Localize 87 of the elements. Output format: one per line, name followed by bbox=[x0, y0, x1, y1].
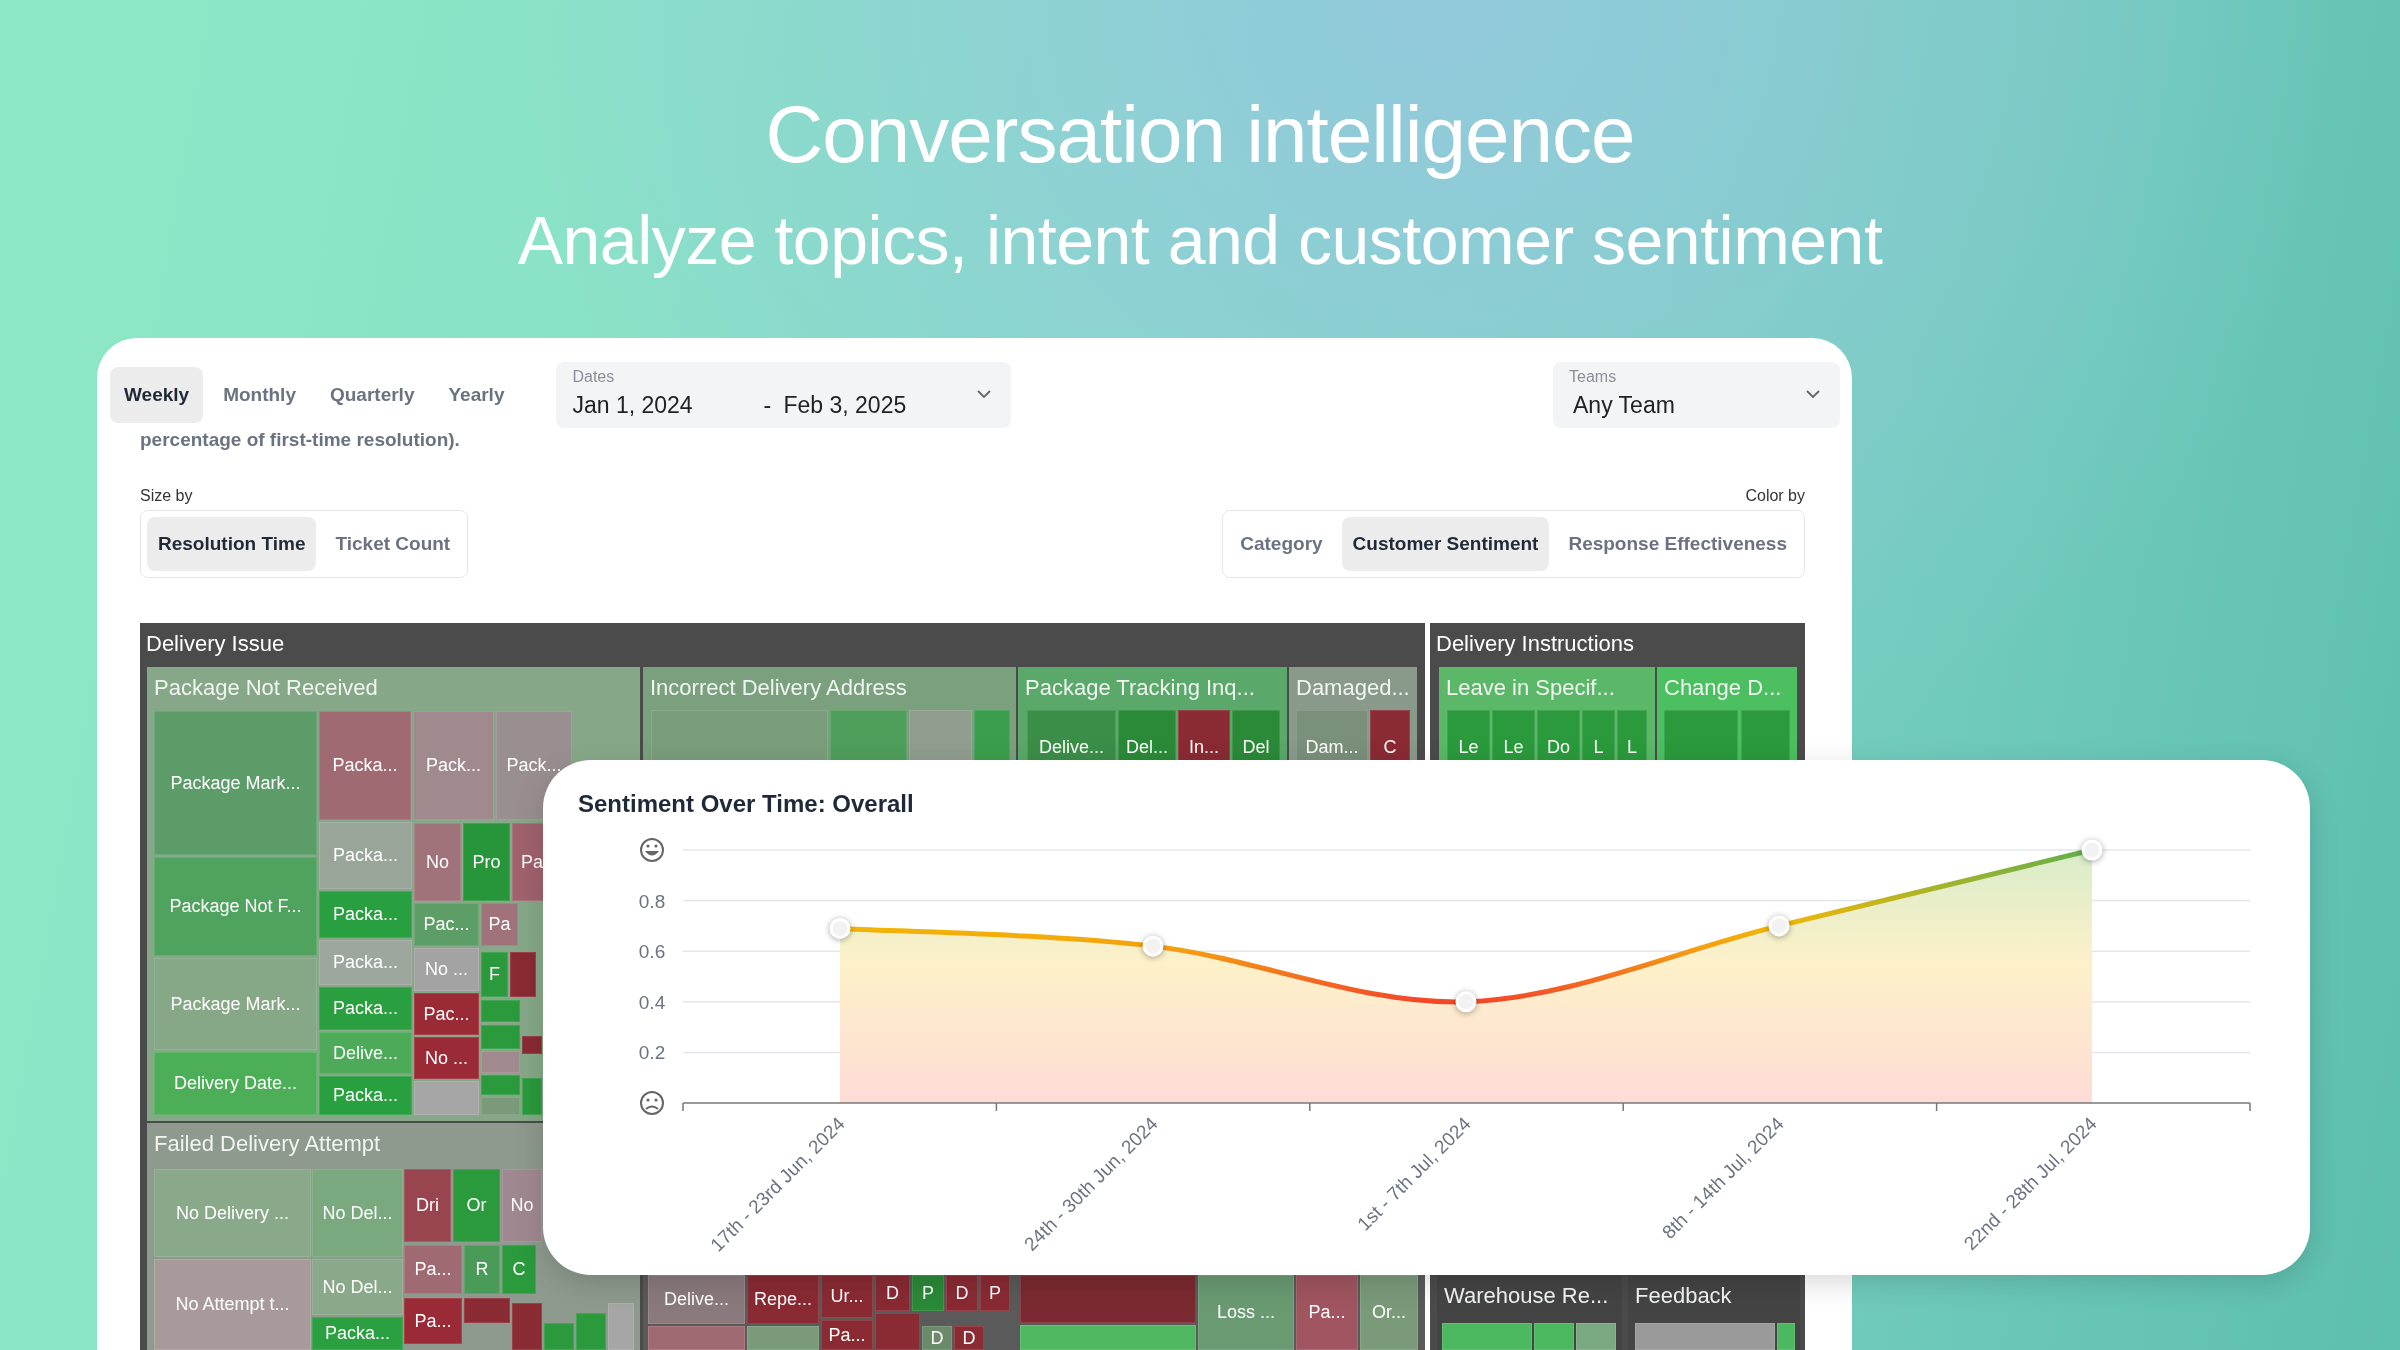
treemap-tile: No ... bbox=[414, 1037, 479, 1079]
treemap-tile: Packa... bbox=[319, 891, 412, 938]
treemap-tile: Pa... bbox=[404, 1245, 462, 1294]
treemap-tile: Packa... bbox=[319, 822, 412, 889]
hero-title: Conversation intelligence bbox=[764, 89, 1636, 181]
size-by-label: Size by bbox=[140, 486, 193, 506]
happy-face-icon bbox=[640, 838, 664, 862]
treemap-tile: P bbox=[980, 1275, 1010, 1311]
treemap-tile: F bbox=[481, 952, 508, 997]
chart-title: Sentiment Over Time: Overall bbox=[578, 790, 914, 818]
treemap-tile: No Del... bbox=[312, 1259, 403, 1315]
treemap-tile: Packa... bbox=[319, 711, 411, 820]
treemap-tile: Pac... bbox=[414, 993, 479, 1035]
treemap-tile: Or bbox=[453, 1169, 500, 1242]
treemap-tile: Pa... bbox=[404, 1298, 462, 1344]
treemap-tile: Package Mark... bbox=[154, 711, 317, 855]
treemap-tile: Packa... bbox=[319, 1076, 412, 1115]
treemap-tile: Repe... bbox=[747, 1275, 819, 1324]
treemap-tile: Delivery Date... bbox=[154, 1052, 317, 1115]
treemap-tile: D bbox=[946, 1275, 978, 1311]
y-tick-label: 0.8 bbox=[638, 890, 666, 912]
color-by-option[interactable]: Customer Sentiment bbox=[1341, 517, 1550, 571]
treemap-tile: Pa... bbox=[821, 1320, 873, 1350]
hero-subtitle: Analyze topics, intent and customer sentiment bbox=[516, 201, 1884, 280]
treemap-tile: Pack... bbox=[413, 711, 494, 820]
field-label: Teams bbox=[1569, 368, 1617, 386]
treemap-tile: No bbox=[414, 823, 461, 901]
treemap-tile: Packa... bbox=[312, 1317, 403, 1350]
period-tab[interactable]: Yearly bbox=[434, 367, 519, 423]
end-date: Feb 3, 2025 bbox=[783, 392, 907, 419]
section-title: Leave in Specif... bbox=[1446, 675, 1615, 701]
treemap-tile: Package Mark... bbox=[154, 958, 317, 1050]
section-title: Warehouse Re... bbox=[1444, 1283, 1609, 1309]
treemap-tile: No ... bbox=[414, 948, 479, 991]
treemap-tile: Pa bbox=[481, 903, 518, 946]
period-tab[interactable]: Quarterly bbox=[315, 367, 429, 423]
treemap-tile: No Delivery ... bbox=[154, 1169, 311, 1257]
treemap-tile: Ur... bbox=[821, 1275, 873, 1318]
date-separator: - bbox=[763, 392, 772, 419]
period-tab[interactable]: Monthly bbox=[209, 367, 310, 423]
chevron-down-icon bbox=[1806, 390, 1820, 399]
treemap-tile: Pac... bbox=[414, 903, 479, 946]
treemap-tile: Delive... bbox=[648, 1275, 745, 1324]
treemap-tile: Loss ... bbox=[1198, 1275, 1294, 1350]
section-title: Package Tracking Inq... bbox=[1025, 675, 1255, 701]
start-date: Jan 1, 2024 bbox=[572, 392, 693, 419]
treemap-tile: Pa... bbox=[1296, 1275, 1358, 1350]
group-title: Delivery Instructions bbox=[1436, 631, 1635, 657]
color-by-label: Color by bbox=[1745, 486, 1805, 506]
section-title: Change D... bbox=[1664, 675, 1782, 701]
dates-field[interactable]: Dates Jan 1, 2024 - Feb 3, 2025 bbox=[556, 362, 1012, 428]
treemap-tile: C bbox=[502, 1245, 536, 1294]
description-text: percentage of first-time resolution). bbox=[140, 428, 461, 452]
treemap-tile: D bbox=[922, 1326, 952, 1350]
y-tick-label: 0.2 bbox=[638, 1042, 666, 1064]
group-title: Delivery Issue bbox=[146, 631, 285, 657]
treemap-tile: Pro bbox=[463, 823, 510, 901]
treemap-tile: D bbox=[875, 1275, 910, 1311]
treemap-tile: Or... bbox=[1360, 1275, 1418, 1350]
treemap-tile: P bbox=[912, 1275, 944, 1311]
treemap-tile: D bbox=[954, 1326, 984, 1350]
teams-field[interactable]: Teams Any Team bbox=[1553, 362, 1840, 428]
treemap-tile: No bbox=[502, 1169, 542, 1242]
treemap-tile: Packa... bbox=[319, 940, 412, 985]
size-by-option[interactable]: Resolution Time bbox=[147, 517, 317, 571]
y-tick-label: 0.6 bbox=[638, 941, 666, 963]
period-tab[interactable]: Weekly bbox=[110, 367, 204, 423]
treemap-tile: Package Not F... bbox=[154, 857, 317, 956]
y-tick-label: 0.4 bbox=[638, 991, 666, 1013]
team-value: Any Team bbox=[1573, 392, 1675, 419]
treemap-tile: R bbox=[464, 1245, 500, 1294]
treemap-tile: No Del... bbox=[312, 1169, 403, 1257]
chevron-down-icon bbox=[977, 390, 992, 399]
treemap-tile: No Attempt t... bbox=[154, 1259, 311, 1350]
size-by-option[interactable]: Ticket Count bbox=[324, 517, 462, 571]
treemap-tile: Dri bbox=[404, 1169, 451, 1242]
sad-face-icon bbox=[640, 1091, 664, 1115]
section-title: Damaged... bbox=[1296, 675, 1410, 701]
section-title: Package Not Received bbox=[154, 675, 378, 701]
treemap-tile: Delive... bbox=[319, 1032, 412, 1074]
section-title: Failed Delivery Attempt bbox=[154, 1131, 381, 1157]
treemap-tile: Packa... bbox=[319, 987, 412, 1030]
section-title: Incorrect Delivery Address bbox=[650, 675, 907, 701]
section-title: Feedback bbox=[1635, 1283, 1732, 1309]
field-label: Dates bbox=[572, 368, 615, 386]
color-by-option[interactable]: Response Effectiveness bbox=[1557, 517, 1798, 571]
color-by-option[interactable]: Category bbox=[1229, 517, 1334, 571]
